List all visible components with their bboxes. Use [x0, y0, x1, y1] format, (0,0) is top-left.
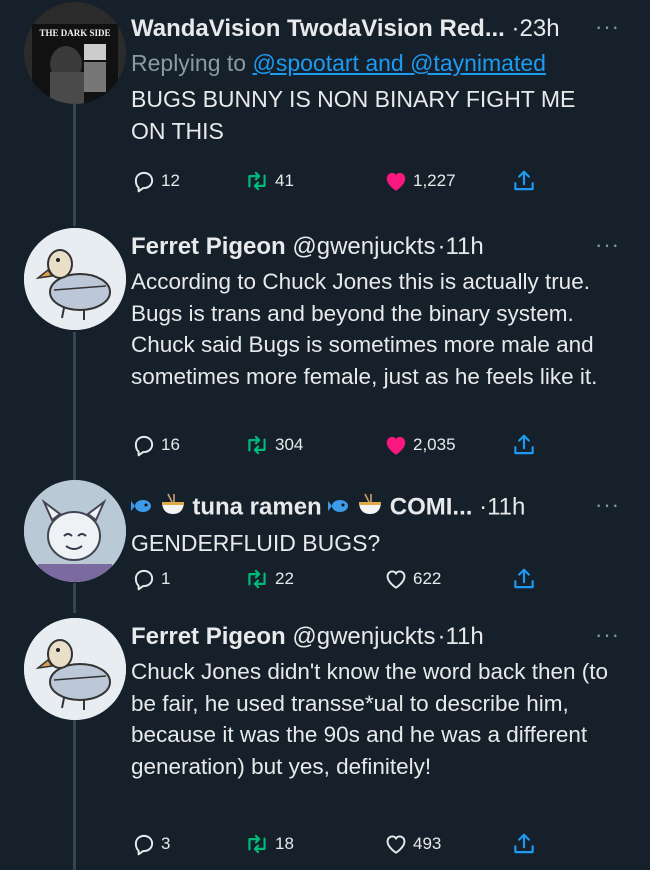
like-button[interactable]: 1,227	[383, 168, 456, 194]
tweet-3[interactable]: tuna ramen COMI... ·11h ··· GENDERFLUID …	[0, 480, 650, 610]
tweet-actions: 3 18 493	[131, 831, 551, 857]
display-name-suffix[interactable]: COMI...	[390, 493, 473, 520]
avatar-logo-text: THE DARK SIDE	[39, 28, 110, 38]
display-name[interactable]: Ferret Pigeon	[131, 623, 286, 650]
tweet-2[interactable]: Ferret Pigeon @gwenjuckts·11h ··· Accord…	[0, 220, 650, 480]
like-button[interactable]: 2,035	[383, 432, 456, 458]
replying-to-label: Replying to	[131, 50, 247, 76]
tweet-header: WandaVision TwodaVision Red... ·23h ···	[131, 14, 630, 44]
retweet-button[interactable]: 41	[243, 168, 294, 194]
tweet-text: According to Chuck Jones this is actuall…	[131, 269, 598, 389]
like-count: 622	[413, 569, 442, 588]
display-name[interactable]: WandaVision TwodaVision Red...	[131, 15, 505, 42]
display-name[interactable]: tuna ramen	[192, 493, 321, 520]
reply-count: 16	[161, 435, 180, 454]
separator: ·	[479, 493, 488, 521]
like-button[interactable]: 622	[383, 566, 441, 592]
tweet-actions: 12 41 1,227	[131, 168, 551, 194]
share-icon	[511, 831, 537, 857]
timestamp[interactable]: 11h	[445, 623, 483, 650]
tweet-header: tuna ramen COMI... ·11h ···	[131, 492, 630, 524]
retweet-button[interactable]: 304	[243, 432, 303, 458]
avatar[interactable]	[24, 480, 126, 582]
fish-icon	[328, 493, 350, 523]
username[interactable]: @gwenjuckts	[292, 233, 435, 260]
tweet-text: Chuck Jones didn't know the word back th…	[131, 659, 609, 779]
username[interactable]: @gwenjuckts	[292, 623, 435, 650]
tweet-actions: 1 22 622	[131, 566, 551, 592]
reply-icon	[131, 566, 157, 592]
more-options-icon[interactable]: ···	[595, 490, 620, 520]
more-options-icon[interactable]: ···	[595, 12, 620, 42]
reply-icon	[131, 168, 157, 194]
tweet-header: Ferret Pigeon @gwenjuckts·11h ···	[131, 622, 630, 652]
tweet-header: Ferret Pigeon @gwenjuckts·11h ···	[131, 232, 630, 262]
ramen-bowl-icon	[160, 492, 186, 524]
retweet-icon	[243, 168, 271, 194]
avatar[interactable]	[24, 618, 126, 720]
fish-icon	[131, 493, 153, 523]
heart-icon	[383, 566, 409, 592]
retweet-icon	[243, 432, 271, 458]
tweet-4[interactable]: Ferret Pigeon @gwenjuckts·11h ··· Chuck …	[0, 610, 650, 870]
ramen-bowl-icon	[357, 492, 383, 524]
more-options-icon[interactable]: ···	[595, 230, 620, 260]
heart-filled-icon	[383, 432, 409, 458]
reply-button[interactable]: 16	[131, 432, 180, 458]
reply-count: 1	[161, 569, 171, 588]
avatar[interactable]: THE DARK SIDE	[24, 2, 126, 104]
reply-icon	[131, 831, 157, 857]
like-count: 493	[413, 834, 442, 853]
tweet-1[interactable]: THE DARK SIDE WandaVision TwodaVision Re…	[0, 0, 650, 220]
timestamp[interactable]: 11h	[445, 233, 483, 260]
like-button[interactable]: 493	[383, 831, 441, 857]
share-icon	[511, 566, 537, 592]
retweet-button[interactable]: 18	[243, 831, 294, 857]
avatar[interactable]	[24, 228, 126, 330]
share-button[interactable]	[511, 566, 541, 592]
retweet-count: 22	[275, 569, 294, 588]
reply-icon	[131, 432, 157, 458]
retweet-button[interactable]: 22	[243, 566, 294, 592]
reply-button[interactable]: 3	[131, 831, 170, 857]
reply-count: 12	[161, 171, 180, 190]
tweet-text: GENDERFLUID BUGS?	[131, 530, 381, 556]
share-button[interactable]	[511, 432, 541, 458]
tweet-actions: 16 304 2,035	[131, 432, 551, 458]
like-count: 2,035	[413, 435, 456, 454]
timestamp[interactable]: 23h	[520, 15, 560, 42]
separator: ·	[511, 15, 520, 42]
timestamp[interactable]: 11h	[487, 493, 525, 520]
share-button[interactable]	[511, 831, 541, 857]
tweet-text: BUGS BUNNY IS NON BINARY FIGHT ME ON THI…	[131, 86, 576, 144]
share-icon	[511, 432, 537, 458]
like-count: 1,227	[413, 171, 456, 190]
retweet-count: 18	[275, 834, 294, 853]
reply-button[interactable]: 12	[131, 168, 180, 194]
replying-to: Replying to @spootart and @taynimated	[131, 48, 630, 78]
retweet-icon	[243, 566, 271, 592]
retweet-icon	[243, 831, 271, 857]
retweet-count: 41	[275, 171, 294, 190]
reply-count: 3	[161, 834, 171, 853]
heart-filled-icon	[383, 168, 409, 194]
retweet-count: 304	[275, 435, 304, 454]
share-icon	[511, 168, 537, 194]
reply-button[interactable]: 1	[131, 566, 170, 592]
replying-to-link[interactable]: @spootart and @taynimated	[252, 50, 545, 76]
display-name[interactable]: Ferret Pigeon	[131, 233, 286, 260]
more-options-icon[interactable]: ···	[595, 620, 620, 650]
share-button[interactable]	[511, 168, 541, 194]
heart-icon	[383, 831, 409, 857]
